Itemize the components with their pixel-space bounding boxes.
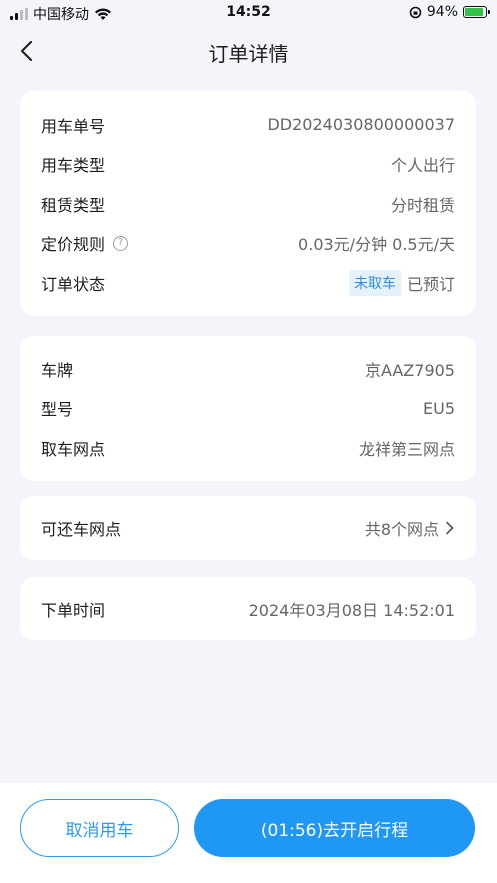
status-badge: 未取车 [348,269,401,296]
pricing-rule-value: 0.03元/分钟 0.5元/天 [298,235,455,255]
cancel-rental-button[interactable]: 取消用车 [20,799,179,857]
order-time-card: 下单时间 2024年03月08日 14:52:01 [20,577,476,640]
order-time-row: 下单时间 2024年03月08日 14:52:01 [41,589,455,629]
rental-type-row: 租赁类型 分时租赁 [41,184,455,224]
pickup-point-label: 取车网点 [41,439,106,459]
order-status-value-wrap: 未取车 已预订 [348,269,455,296]
start-trip-button[interactable]: (01:56)去开启行程 [194,799,475,857]
usage-type-value: 个人出行 [390,156,455,176]
return-points-value-wrap: 共8个网点 [365,516,455,540]
pricing-rule-row: 定价规则 ? 0.03元/分钟 0.5元/天 [41,224,455,264]
vehicle-info-card: 车牌 京AAZ7905 型号 EU5 取车网点 龙祥第三网点 [20,336,476,481]
order-number-row: 用车单号 DD2024030800000037 [41,105,455,145]
usage-type-row: 用车类型 个人出行 [41,145,455,185]
return-points-card[interactable]: 可还车网点 共8个网点 [20,496,476,560]
status-right: 94% [409,4,490,20]
orientation-lock-icon [409,6,422,18]
license-plate-row: 车牌 京AAZ7905 [41,349,455,389]
rental-type-value: 分时租赁 [390,195,455,215]
return-points-row[interactable]: 可还车网点 共8个网点 [41,508,455,548]
order-number-value: DD2024030800000037 [267,115,455,135]
pricing-rule-label: 定价规则 [41,235,106,255]
pickup-point-row: 取车网点 龙祥第三网点 [41,428,455,468]
battery-percent: 94% [426,4,458,20]
pickup-point-value: 龙祥第三网点 [358,439,455,459]
battery-icon [463,6,490,18]
order-status-label: 订单状态 [41,274,106,294]
status-bar: 中国移动 14:52 94% [0,0,497,26]
rental-type-label: 租赁类型 [41,195,106,215]
model-label: 型号 [41,400,74,420]
license-plate-label: 车牌 [41,360,74,380]
pricing-rule-label-wrap: 定价规则 ? [41,231,129,255]
return-points-label: 可还车网点 [41,520,122,539]
order-status-value: 已预订 [406,274,455,294]
order-status-row: 订单状态 未取车 已预订 [41,263,455,303]
order-number-label: 用车单号 [41,116,106,136]
license-plate-value: 京AAZ7905 [364,360,455,380]
nav-bar: 订单详情 [0,26,497,76]
order-time-value: 2024年03月08日 14:52:01 [248,600,455,620]
model-row: 型号 EU5 [41,389,455,429]
bottom-action-bar: 取消用车 (01:56)去开启行程 [0,783,497,883]
order-time-label: 下单时间 [41,600,106,620]
page-title: 订单详情 [208,42,289,66]
model-value: EU5 [423,398,455,418]
question-icon[interactable]: ? [113,235,129,251]
chevron-right-icon [446,521,454,535]
return-points-value: 共8个网点 [364,520,439,539]
order-info-card: 用车单号 DD2024030800000037 用车类型 个人出行 租赁类型 分… [20,91,476,316]
usage-type-label: 用车类型 [41,156,106,176]
